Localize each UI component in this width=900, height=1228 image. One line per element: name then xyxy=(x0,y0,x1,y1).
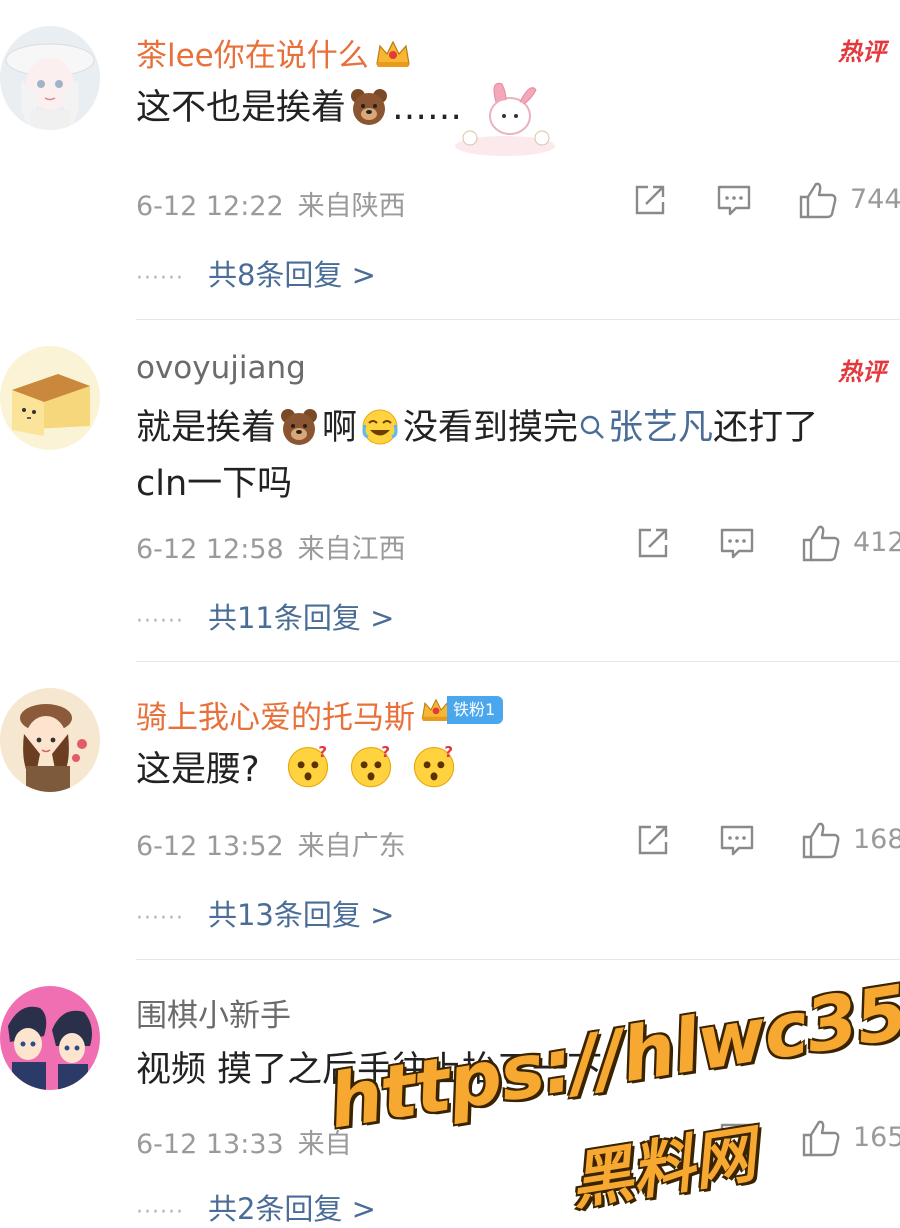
location: 来自广东 xyxy=(297,831,406,862)
confused-emoji-icon: ? xyxy=(287,743,328,788)
comment-icon[interactable] xyxy=(719,822,755,858)
hot-comment-badge: 热评 xyxy=(838,37,886,66)
fan-badge[interactable]: 铁粉1 xyxy=(419,696,504,724)
view-replies-link[interactable]: ······ 共2条回复 > xyxy=(136,1186,376,1228)
reply-dots: ······ xyxy=(136,609,184,634)
avatar[interactable] xyxy=(0,346,100,450)
thumbs-up-icon[interactable] xyxy=(801,1118,841,1158)
avatar[interactable] xyxy=(0,986,100,1090)
laugh-cry-emoji-icon xyxy=(362,409,398,445)
hot-comment-badge: 热评 xyxy=(838,357,886,386)
melody-sticker-image xyxy=(455,82,555,156)
reply-dots: ······ xyxy=(136,266,184,291)
reply-dots: ······ xyxy=(136,1200,184,1225)
svg-text:?: ? xyxy=(444,743,453,761)
location: 来自江西 xyxy=(297,534,406,565)
comment-icon[interactable] xyxy=(719,525,755,561)
comment-meta: 6-12 12:58 来自江西 xyxy=(136,527,406,566)
thumbs-up-icon[interactable] xyxy=(798,180,838,220)
bear-emoji-icon xyxy=(281,409,318,445)
bear-emoji-icon xyxy=(351,89,388,125)
comment-meta: 6-12 13:52 来自广东 xyxy=(136,824,406,863)
username[interactable]: 骑上我心爱的托马斯 铁粉1 xyxy=(136,692,504,737)
view-replies-link[interactable]: ······ 共8条回复 > xyxy=(136,252,376,294)
divider xyxy=(136,661,900,662)
fan-badge-label: 铁粉1 xyxy=(447,696,504,724)
timestamp: 6-12 13:52 xyxy=(136,831,284,862)
username[interactable]: 围棋小新手 xyxy=(136,990,291,1035)
like-count: 168 xyxy=(853,824,900,855)
like-count: 744 xyxy=(850,184,900,215)
confused-emoji-icon: ? xyxy=(413,743,455,788)
username-text[interactable]: 骑上我心爱的托马斯 xyxy=(136,700,415,736)
svg-text:?: ? xyxy=(381,743,390,761)
search-topic-icon xyxy=(580,415,604,439)
location: 来自陕西 xyxy=(297,191,406,222)
location: 来自 xyxy=(297,1129,352,1160)
timestamp: 6-12 12:58 xyxy=(136,534,284,565)
like-count: 165 xyxy=(853,1122,900,1153)
reply-count-label[interactable]: 共13条回复 > xyxy=(208,898,394,932)
comment-text: 视频 摸了之后手往上抬了一下 xyxy=(136,1050,603,1090)
divider xyxy=(136,319,900,320)
like-count: 412 xyxy=(853,527,900,558)
topic-link[interactable]: 张艺凡 xyxy=(578,408,713,448)
username-text[interactable]: 茶lee你在说什么 xyxy=(136,38,369,74)
comment-text: 就是挨着 啊 没看到摸完 张艺凡还打了 cln一下吗 xyxy=(136,408,819,504)
timestamp: 6-12 13:33 xyxy=(136,1129,284,1160)
reply-count-label[interactable]: 共2条回复 > xyxy=(208,1192,376,1226)
reply-count-label[interactable]: 共11条回复 > xyxy=(208,601,394,635)
comment-icon[interactable] xyxy=(719,1120,755,1156)
action-bar: 168 xyxy=(633,822,900,862)
comment-text: 这是腰? ? ? ? xyxy=(136,742,881,798)
svg-text:?: ? xyxy=(318,743,327,761)
action-bar: 165 xyxy=(633,1120,900,1160)
timestamp: 6-12 12:22 xyxy=(136,191,284,222)
comment-icon[interactable] xyxy=(716,182,752,218)
thumbs-up-icon[interactable] xyxy=(801,523,841,563)
action-bar: 412 xyxy=(633,525,900,565)
reply-count-label[interactable]: 共8条回复 > xyxy=(208,258,376,292)
username[interactable]: ovoyujiang xyxy=(136,350,306,386)
view-replies-link[interactable]: ······ 共11条回复 > xyxy=(136,595,394,637)
username[interactable]: 茶lee你在说什么 xyxy=(136,30,413,75)
thumbs-up-icon[interactable] xyxy=(801,820,841,860)
crown-icon xyxy=(376,40,410,67)
divider xyxy=(136,959,900,960)
reply-dots: ······ xyxy=(136,906,184,931)
action-bar: 744 xyxy=(630,182,900,222)
share-icon[interactable] xyxy=(632,182,668,218)
view-replies-link[interactable]: ······ 共13条回复 > xyxy=(136,892,394,934)
share-icon[interactable] xyxy=(635,525,671,561)
share-icon[interactable] xyxy=(635,822,671,858)
avatar[interactable] xyxy=(0,26,100,130)
confused-emoji-icon: ? xyxy=(350,743,391,788)
comment-meta: 6-12 13:33 来自 xyxy=(136,1122,352,1161)
comment-meta: 6-12 12:22 来自陕西 xyxy=(136,184,406,223)
avatar[interactable] xyxy=(0,688,100,792)
